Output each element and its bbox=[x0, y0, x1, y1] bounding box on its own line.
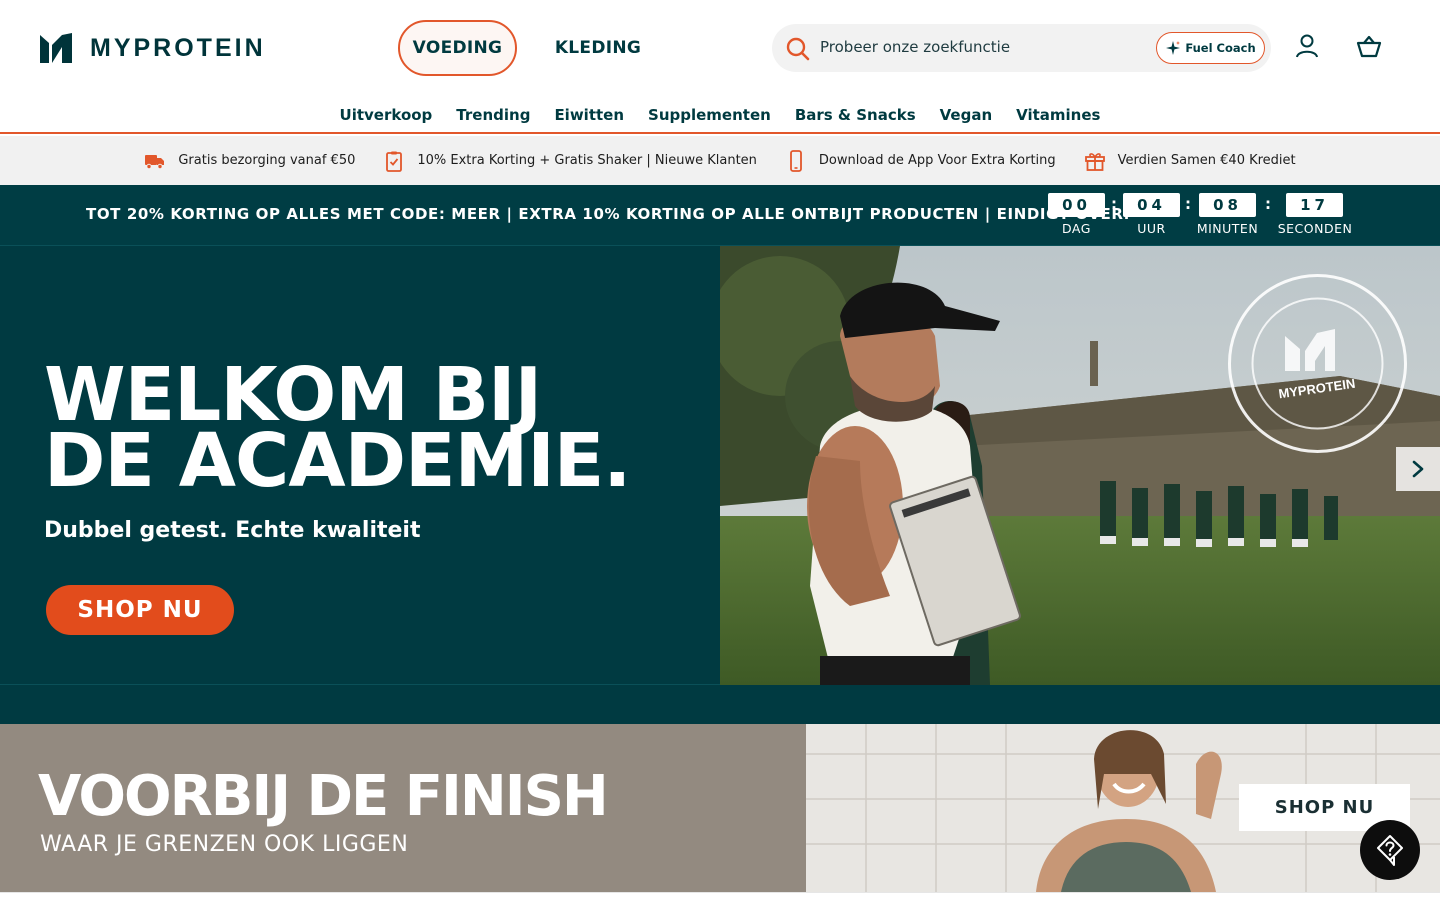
myprotein-logo-mark-icon bbox=[40, 33, 72, 63]
hero-shop-now-button[interactable]: SHOP NU bbox=[46, 585, 234, 635]
account-icon[interactable] bbox=[1294, 33, 1320, 59]
brand-name: MYPROTEIN bbox=[90, 33, 266, 62]
nav-item-uitverkoop[interactable]: Uitverkoop bbox=[340, 106, 433, 132]
usp-referral[interactable]: Verdien Samen €40 Krediet bbox=[1084, 150, 1296, 172]
delivery-truck-icon bbox=[145, 154, 165, 169]
fuel-coach-button[interactable]: Fuel Coach bbox=[1156, 32, 1265, 64]
countdown-seconds: 17 bbox=[1286, 193, 1343, 217]
usp-free-delivery[interactable]: Gratis bezorging vanaf €50 bbox=[144, 150, 355, 172]
nav-item-bars-snacks[interactable]: Bars & Snacks bbox=[795, 106, 916, 132]
countdown-days: 00 bbox=[1048, 193, 1105, 217]
nav-item-vegan[interactable]: Vegan bbox=[940, 106, 993, 132]
help-chat-button[interactable] bbox=[1360, 820, 1420, 880]
category-nav: Uitverkoop Trending Eiwitten Supplemente… bbox=[0, 96, 1440, 134]
chat-help-icon bbox=[1377, 835, 1403, 866]
usp-bar: Gratis bezorging vanaf €50 10% Extra Kor… bbox=[0, 136, 1440, 185]
countdown-days-label: DAG bbox=[1062, 221, 1091, 236]
page-bottom-strip bbox=[0, 892, 1440, 900]
hero-subtitle: Dubbel getest. Echte kwaliteit bbox=[44, 518, 421, 543]
search-bar[interactable]: Probeer onze zoekfunctie Fuel Coach bbox=[772, 24, 1271, 72]
countdown-separator: : bbox=[1185, 195, 1191, 213]
usp-app[interactable]: Download de App Voor Extra Korting bbox=[785, 149, 1056, 172]
fuel-coach-label: Fuel Coach bbox=[1185, 41, 1256, 55]
usp-text: Gratis bezorging vanaf €50 bbox=[178, 153, 356, 168]
higher-standard-badge-icon: MYPROTEIN bbox=[1228, 274, 1407, 453]
hero-banner[interactable]: WELKOM BIJ DE ACADEMIE. Dubbel getest. E… bbox=[0, 245, 1440, 685]
countdown-hours: 04 bbox=[1123, 193, 1180, 217]
countdown-hours-label: UUR bbox=[1137, 221, 1166, 236]
search-icon[interactable] bbox=[785, 36, 811, 62]
clipboard-check-icon bbox=[386, 151, 403, 172]
usp-text: Verdien Samen €40 Krediet bbox=[1117, 153, 1296, 168]
banner2-title: VOORBIJ DE FINISH bbox=[38, 764, 609, 829]
tab-kleding[interactable]: KLEDING bbox=[540, 20, 656, 76]
countdown-separator: : bbox=[1265, 195, 1271, 213]
chevron-right-icon bbox=[1412, 460, 1424, 478]
finish-banner[interactable]: VOORBIJ DE FINISH WAAR JE GRENZEN OOK LI… bbox=[0, 724, 1440, 892]
hero-image: MYPROTEIN bbox=[720, 246, 1440, 685]
countdown-minutes: 08 bbox=[1199, 193, 1256, 217]
promo-text: TOT 20% KORTING OP ALLES MET CODE: MEER … bbox=[86, 205, 1131, 223]
banner2-subtitle: WAAR JE GRENZEN OOK LIGGEN bbox=[40, 832, 409, 857]
nav-item-eiwitten[interactable]: Eiwitten bbox=[554, 106, 624, 132]
countdown-seconds-label: SECONDEN bbox=[1277, 221, 1353, 236]
search-input[interactable]: Probeer onze zoekfunctie bbox=[820, 38, 1010, 56]
carousel-next-button[interactable] bbox=[1396, 447, 1440, 491]
badge-brand-text: MYPROTEIN bbox=[1278, 376, 1357, 402]
sparkle-icon bbox=[1166, 41, 1181, 55]
smartphone-icon bbox=[790, 149, 802, 172]
myprotein-logo[interactable]: MYPROTEIN bbox=[40, 32, 266, 64]
nav-item-supplementen[interactable]: Supplementen bbox=[648, 106, 771, 132]
site-header: MYPROTEIN VOEDING KLEDING Probeer onze z… bbox=[0, 0, 1440, 96]
countdown-minutes-label: MINUTEN bbox=[1196, 221, 1259, 236]
usp-new-customers[interactable]: 10% Extra Korting + Gratis Shaker | Nieu… bbox=[383, 150, 757, 172]
nav-item-trending[interactable]: Trending bbox=[456, 106, 530, 132]
hero-title: WELKOM BIJ DE ACADEMIE. bbox=[44, 352, 631, 504]
tab-voeding[interactable]: VOEDING bbox=[398, 20, 517, 76]
promo-banner[interactable]: TOT 20% KORTING OP ALLES MET CODE: MEER … bbox=[0, 185, 1440, 245]
usp-text: 10% Extra Korting + Gratis Shaker | Nieu… bbox=[417, 153, 757, 168]
usp-text: Download de App Voor Extra Korting bbox=[818, 153, 1056, 168]
countdown-separator: : bbox=[1111, 195, 1117, 213]
gift-icon bbox=[1084, 152, 1105, 171]
nav-item-vitamines[interactable]: Vitamines bbox=[1016, 106, 1100, 132]
basket-icon[interactable] bbox=[1355, 34, 1383, 60]
section-spacer bbox=[0, 685, 1440, 724]
